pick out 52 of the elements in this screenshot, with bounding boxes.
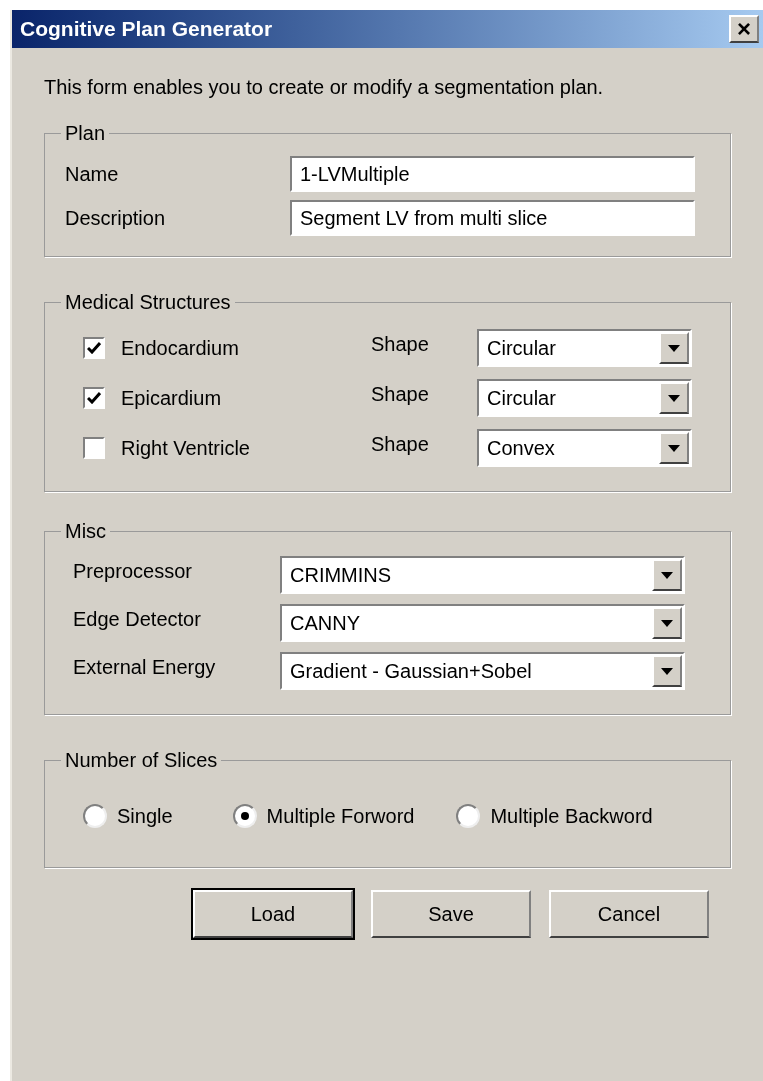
checkbox-label: Right Ventricle <box>121 436 251 461</box>
checkbox[interactable] <box>83 437 105 459</box>
checkbox[interactable] <box>83 387 105 409</box>
dropdown[interactable]: Circular <box>477 379 692 417</box>
dropdown[interactable]: Convex <box>477 429 692 467</box>
caret-icon <box>668 394 680 402</box>
dropdown[interactable]: CRIMMINS <box>280 556 685 594</box>
field-label: Edge Detector <box>73 607 202 632</box>
checkbox-label: Epicardium <box>121 386 223 411</box>
dropdown[interactable]: Circular <box>477 329 692 367</box>
dropdown[interactable]: Gradient - Gaussian+Sobel <box>280 652 685 690</box>
dialog-button[interactable]: Cancel <box>549 890 709 938</box>
radio-button[interactable] <box>83 804 107 828</box>
check-icon <box>87 342 101 354</box>
radio-button[interactable] <box>456 804 481 828</box>
text-field[interactable]: Segment LV from multi slice <box>290 200 695 236</box>
caret-icon <box>668 344 680 352</box>
dropdown[interactable]: CANNY <box>280 604 685 642</box>
radio-label: Single <box>117 804 173 829</box>
group-title: Plan <box>64 121 107 146</box>
dropdown-button[interactable] <box>652 607 682 639</box>
group-title: Number of Slices <box>64 748 219 773</box>
dropdown-button[interactable] <box>652 559 682 591</box>
close-button[interactable]: × <box>729 15 759 43</box>
caret-icon <box>661 571 673 579</box>
caret-icon <box>668 444 680 452</box>
dropdown-button[interactable] <box>659 432 689 464</box>
group-title: Medical Structures <box>64 290 232 315</box>
dropdown-button[interactable] <box>659 332 689 364</box>
radio-label: Multiple Backword <box>490 804 653 829</box>
intro-text: This form enables you to create or modify a segmentation plan. <box>44 75 605 100</box>
dropdown-button[interactable] <box>652 655 682 687</box>
radio-button[interactable] <box>232 804 257 828</box>
field-label: Name <box>65 162 120 187</box>
dialog-button[interactable]: Save <box>371 890 531 938</box>
radio-label: Multiple Forword <box>266 804 415 829</box>
caret-icon <box>661 619 673 627</box>
shape-label: Shape <box>371 382 430 407</box>
shape-label: Shape <box>371 432 430 457</box>
field-label: Description <box>65 206 167 231</box>
text-field[interactable]: 1-LVMultiple <box>290 156 695 192</box>
check-icon <box>87 392 101 404</box>
checkbox[interactable] <box>83 337 105 359</box>
group-title: Misc <box>64 519 108 544</box>
window-title: Cognitive Plan Generator <box>20 16 273 43</box>
caret-icon <box>661 667 673 675</box>
checkbox-label: Endocardium <box>121 336 240 361</box>
shape-label: Shape <box>371 332 430 357</box>
field-label: External Energy <box>73 655 217 680</box>
field-label: Preprocessor <box>73 559 193 584</box>
dropdown-button[interactable] <box>659 382 689 414</box>
dialog-button[interactable]: Load <box>193 890 353 938</box>
